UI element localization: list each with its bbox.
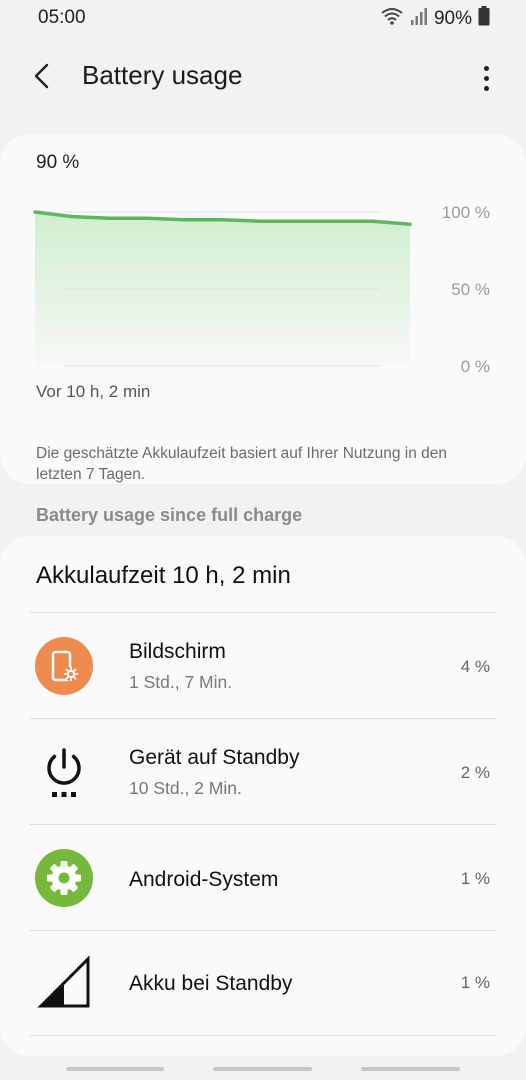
page-title: Battery usage <box>82 60 243 90</box>
navigation-bar <box>0 1058 526 1080</box>
usage-item-percent: 2 % <box>460 763 490 782</box>
usage-item-percent: 1 % <box>460 869 490 888</box>
screen-brightness-icon <box>34 636 94 696</box>
chart-time-label: Vor 10 h, 2 min <box>36 382 151 401</box>
total-usage-time: Akkulaufzeit 10 h, 2 min <box>36 562 291 589</box>
cellular-signal-icon <box>410 6 428 31</box>
back-button[interactable] <box>26 58 58 98</box>
back-arrow-icon <box>33 63 51 94</box>
usage-row-screen[interactable]: Bildschirm 1 Std., 7 Min. 4 % <box>0 614 526 718</box>
chart-y-tick-label: 50 % <box>451 280 490 299</box>
more-vert-icon-dot <box>483 65 489 71</box>
chart-area-fill <box>35 212 410 366</box>
battery-icon <box>478 6 490 31</box>
usage-item-duration: 1 Std., 7 Min. <box>129 672 233 692</box>
nav-back-button[interactable] <box>361 1067 460 1071</box>
nav-home-button[interactable] <box>213 1067 312 1071</box>
signal-strength-icon <box>34 952 94 1012</box>
chart-y-tick-label: 100 % <box>442 203 490 222</box>
section-title: Battery usage since full charge <box>36 505 303 525</box>
power-standby-icon <box>34 742 94 802</box>
usage-item-name: Bildschirm <box>129 640 226 663</box>
status-icons: 90% <box>380 6 490 31</box>
nav-recents-button[interactable] <box>66 1067 164 1071</box>
divider <box>30 824 496 825</box>
usage-item-name: Android-System <box>129 868 279 891</box>
usage-list-card: Akkulaufzeit 10 h, 2 min Bildschirm 1 St… <box>0 536 526 1056</box>
settings-gear-icon <box>34 848 94 908</box>
chart-y-tick-label: 0 % <box>461 357 490 376</box>
status-battery-percent: 90% <box>433 7 472 29</box>
wifi-icon <box>380 6 404 31</box>
more-vert-icon-dot <box>483 75 489 81</box>
usage-item-percent: 4 % <box>460 657 490 676</box>
battery-chart-card: 90 % 100 % 50 % 0 % Vor 10 h, 2 min Die ge… <box>0 134 526 484</box>
usage-item-percent: 1 % <box>460 973 490 992</box>
more-vert-icon-dot <box>483 85 489 91</box>
usage-row-standby-battery[interactable]: Akku bei Standby 1 % <box>0 932 526 1036</box>
divider <box>30 1035 496 1036</box>
usage-row-standby[interactable]: Gerät auf Standby 10 Std., 2 Min. 2 % <box>0 720 526 824</box>
divider <box>30 612 496 613</box>
app-bar: Battery usage <box>0 40 526 116</box>
usage-item-name: Akku bei Standby <box>129 972 293 995</box>
usage-row-android-system[interactable]: Android-System 1 % <box>0 826 526 930</box>
status-bar: 05:00 90% <box>0 0 526 38</box>
divider <box>30 930 496 931</box>
divider <box>30 718 496 719</box>
chart-note: Die geschätzte Akkulaufzeit basiert auf … <box>36 445 447 483</box>
usage-item-name: Gerät auf Standby <box>129 746 300 769</box>
status-time: 05:00 <box>38 7 86 28</box>
usage-item-duration: 10 Std., 2 Min. <box>129 778 242 798</box>
more-options-button[interactable] <box>476 58 496 98</box>
